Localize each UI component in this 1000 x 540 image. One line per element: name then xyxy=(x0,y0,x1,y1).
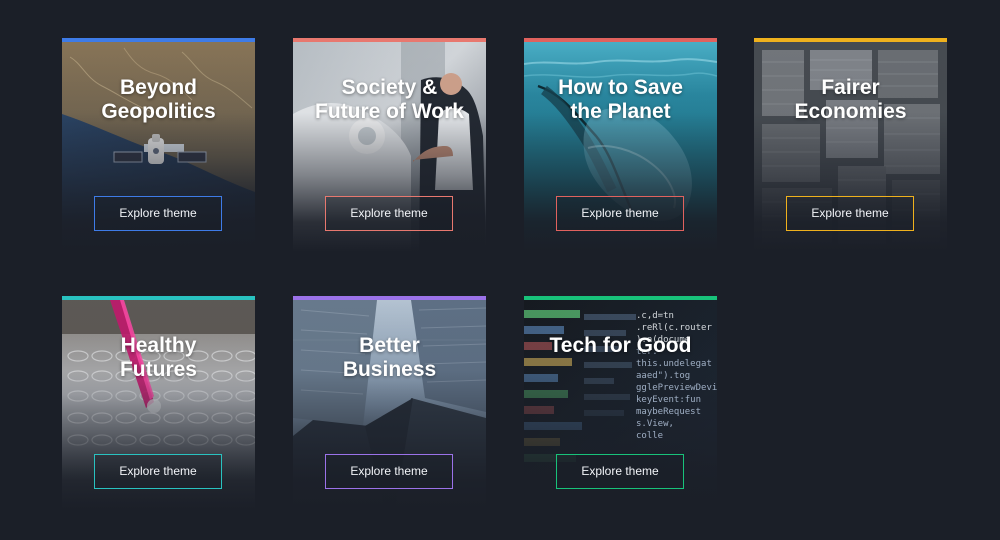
theme-title: Better Business xyxy=(342,334,437,381)
theme-title: Beyond Geopolitics xyxy=(101,76,216,123)
explore-theme-button[interactable]: Explore theme xyxy=(556,196,684,231)
theme-title: Tech for Good xyxy=(549,334,692,357)
theme-card-beyond-geopolitics[interactable]: Beyond Geopolitics Explore theme xyxy=(62,38,255,252)
accent-bar xyxy=(754,38,947,42)
accent-bar xyxy=(524,38,717,42)
explore-theme-button[interactable]: Explore theme xyxy=(94,454,222,489)
explore-theme-button[interactable]: Explore theme xyxy=(786,196,914,231)
theme-title: Healthy Futures xyxy=(119,334,197,381)
explore-theme-button[interactable]: Explore theme xyxy=(556,454,684,489)
theme-title: Fairer Economies xyxy=(794,76,907,123)
theme-card-healthy-futures[interactable]: Healthy Futures Explore theme xyxy=(62,296,255,510)
accent-bar xyxy=(62,38,255,42)
explore-theme-button[interactable]: Explore theme xyxy=(94,196,222,231)
accent-bar xyxy=(293,38,486,42)
themes-grid: Beyond Geopolitics Explore theme Society… xyxy=(62,38,948,510)
accent-bar xyxy=(293,296,486,300)
explore-theme-button[interactable]: Explore theme xyxy=(325,454,453,489)
theme-card-tech-for-good[interactable]: .c,d=tn .reRl(c.router ).a(docume ter. t… xyxy=(524,296,717,510)
theme-card-fairer-economies[interactable]: Fairer Economies Explore theme xyxy=(754,38,947,252)
theme-title: How to Save the Planet xyxy=(558,76,683,123)
explore-theme-button[interactable]: Explore theme xyxy=(325,196,453,231)
theme-card-better-business[interactable]: Better Business Explore theme xyxy=(293,296,486,510)
accent-bar xyxy=(524,296,717,300)
accent-bar xyxy=(62,296,255,300)
theme-card-how-to-save-the-planet[interactable]: How to Save the Planet Explore theme xyxy=(524,38,717,252)
theme-title: Society & Future of Work xyxy=(315,76,464,123)
theme-card-society-future-of-work[interactable]: Society & Future of Work Explore theme xyxy=(293,38,486,252)
